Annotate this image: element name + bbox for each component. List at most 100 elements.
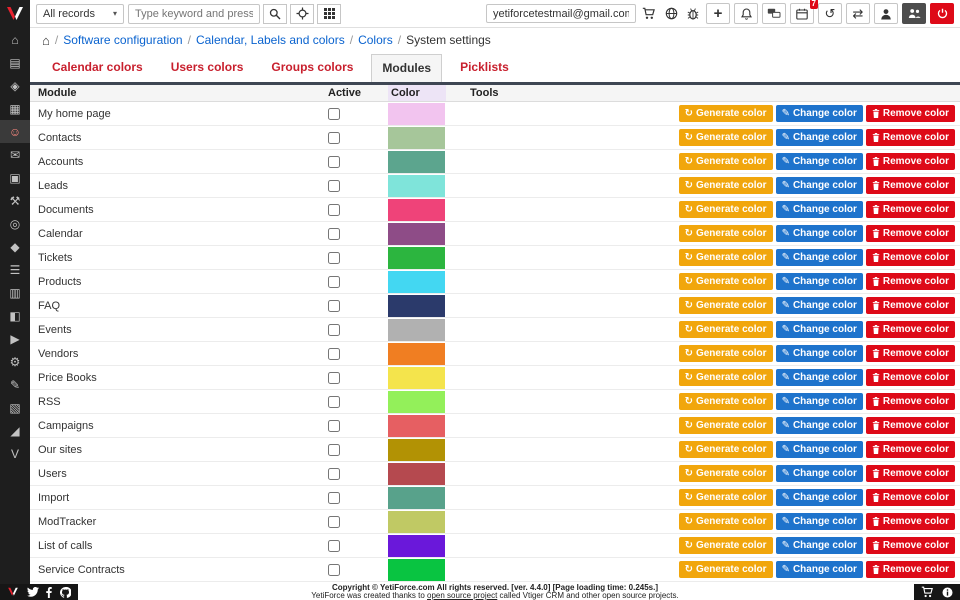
change-color-button[interactable]: ✎Change color <box>776 417 863 434</box>
facebook-icon[interactable] <box>46 587 52 598</box>
target-button[interactable] <box>290 4 314 24</box>
users-button[interactable] <box>902 3 926 24</box>
tab-users-colors[interactable]: Users colors <box>161 54 254 82</box>
color-swatch[interactable] <box>388 535 445 557</box>
active-checkbox[interactable] <box>328 372 340 384</box>
color-swatch[interactable] <box>388 463 445 485</box>
info-icon[interactable] <box>942 587 953 598</box>
color-swatch[interactable] <box>388 415 445 437</box>
remove-color-button[interactable]: Remove color <box>866 225 955 242</box>
change-color-button[interactable]: ✎Change color <box>776 273 863 290</box>
color-swatch[interactable] <box>388 199 445 221</box>
sidebar-products-icon[interactable]: ◈ <box>0 74 30 97</box>
active-checkbox[interactable] <box>328 492 340 504</box>
active-checkbox[interactable] <box>328 564 340 576</box>
remove-color-button[interactable]: Remove color <box>866 417 955 434</box>
active-checkbox[interactable] <box>328 228 340 240</box>
remove-color-button[interactable]: Remove color <box>866 561 955 578</box>
open-source-link[interactable]: open source project <box>427 591 497 600</box>
yetiforce-footer-logo[interactable] <box>7 587 19 597</box>
cart-icon[interactable] <box>640 7 658 20</box>
change-color-button[interactable]: ✎Change color <box>776 489 863 506</box>
github-icon[interactable] <box>60 587 71 598</box>
color-swatch[interactable] <box>388 271 445 293</box>
remove-color-button[interactable]: Remove color <box>866 393 955 410</box>
remove-color-button[interactable]: Remove color <box>866 273 955 290</box>
remove-color-button[interactable]: Remove color <box>866 297 955 314</box>
sidebar-projects-icon[interactable]: ▦ <box>0 97 30 120</box>
sidebar-integration-icon[interactable]: ◧ <box>0 304 30 327</box>
sidebar-desktop-icon[interactable]: ▣ <box>0 166 30 189</box>
active-checkbox[interactable] <box>328 300 340 312</box>
globe-icon[interactable] <box>662 7 680 20</box>
change-color-button[interactable]: ✎Change color <box>776 393 863 410</box>
generate-color-button[interactable]: ↻Generate color <box>679 177 773 194</box>
active-checkbox[interactable] <box>328 468 340 480</box>
color-swatch[interactable] <box>388 559 445 581</box>
calendar-button[interactable]: 7 <box>790 3 814 24</box>
generate-color-button[interactable]: ↻Generate color <box>679 105 773 122</box>
generate-color-button[interactable]: ↻Generate color <box>679 393 773 410</box>
active-checkbox[interactable] <box>328 540 340 552</box>
logout-button[interactable] <box>930 3 954 24</box>
change-color-button[interactable]: ✎Change color <box>776 177 863 194</box>
remove-color-button[interactable]: Remove color <box>866 177 955 194</box>
generate-color-button[interactable]: ↻Generate color <box>679 297 773 314</box>
active-checkbox[interactable] <box>328 444 340 456</box>
chat-button[interactable] <box>762 3 786 24</box>
change-color-button[interactable]: ✎Change color <box>776 297 863 314</box>
remove-color-button[interactable]: Remove color <box>866 369 955 386</box>
change-color-button[interactable]: ✎Change color <box>776 513 863 530</box>
sidebar-search-icon[interactable]: ◎ <box>0 212 30 235</box>
history-button[interactable]: ↺ <box>818 3 842 24</box>
footer-cart-icon[interactable] <box>921 586 934 598</box>
search-button[interactable] <box>263 4 287 24</box>
sidebar-companies-icon[interactable]: ▤ <box>0 51 30 74</box>
generate-color-button[interactable]: ↻Generate color <box>679 249 773 266</box>
generate-color-button[interactable]: ↻Generate color <box>679 417 773 434</box>
change-color-button[interactable]: ✎Change color <box>776 369 863 386</box>
change-color-button[interactable]: ✎Change color <box>776 225 863 242</box>
remove-color-button[interactable]: Remove color <box>866 345 955 362</box>
color-swatch[interactable] <box>388 103 445 125</box>
records-filter-select[interactable]: All records ▾ <box>36 4 124 24</box>
generate-color-button[interactable]: ↻Generate color <box>679 561 773 578</box>
home-icon[interactable]: ⌂ <box>42 33 50 48</box>
user-button[interactable] <box>874 3 898 24</box>
change-color-button[interactable]: ✎Change color <box>776 201 863 218</box>
generate-color-button[interactable]: ↻Generate color <box>679 513 773 530</box>
generate-color-button[interactable]: ↻Generate color <box>679 489 773 506</box>
change-color-button[interactable]: ✎Change color <box>776 561 863 578</box>
remove-color-button[interactable]: Remove color <box>866 129 955 146</box>
generate-color-button[interactable]: ↻Generate color <box>679 129 773 146</box>
generate-color-button[interactable]: ↻Generate color <box>679 153 773 170</box>
change-color-button[interactable]: ✎Change color <box>776 465 863 482</box>
sidebar-assistance-icon[interactable]: ☺ <box>0 120 30 143</box>
remove-color-button[interactable]: Remove color <box>866 153 955 170</box>
color-swatch[interactable] <box>388 391 445 413</box>
sidebar-storage-icon[interactable]: ▥ <box>0 281 30 304</box>
twitter-icon[interactable] <box>27 587 39 597</box>
active-checkbox[interactable] <box>328 348 340 360</box>
grid-button[interactable] <box>317 4 341 24</box>
generate-color-button[interactable]: ↻Generate color <box>679 465 773 482</box>
change-color-button[interactable]: ✎Change color <box>776 129 863 146</box>
change-color-button[interactable]: ✎Change color <box>776 153 863 170</box>
color-swatch[interactable] <box>388 151 445 173</box>
color-swatch[interactable] <box>388 247 445 269</box>
bug-icon[interactable] <box>684 7 702 20</box>
generate-color-button[interactable]: ↻Generate color <box>679 345 773 362</box>
sidebar-documents-icon[interactable]: ▧ <box>0 396 30 419</box>
tab-calendar-colors[interactable]: Calendar colors <box>42 54 153 82</box>
active-checkbox[interactable] <box>328 516 340 528</box>
color-swatch[interactable] <box>388 343 445 365</box>
generate-color-button[interactable]: ↻Generate color <box>679 369 773 386</box>
remove-color-button[interactable]: Remove color <box>866 489 955 506</box>
change-color-button[interactable]: ✎Change color <box>776 105 863 122</box>
generate-color-button[interactable]: ↻Generate color <box>679 225 773 242</box>
change-color-button[interactable]: ✎Change color <box>776 321 863 338</box>
sidebar-records-icon[interactable]: ☰ <box>0 258 30 281</box>
remove-color-button[interactable]: Remove color <box>866 321 955 338</box>
remove-color-button[interactable]: Remove color <box>866 105 955 122</box>
sidebar-settings-icon[interactable]: ⚙ <box>0 350 30 373</box>
